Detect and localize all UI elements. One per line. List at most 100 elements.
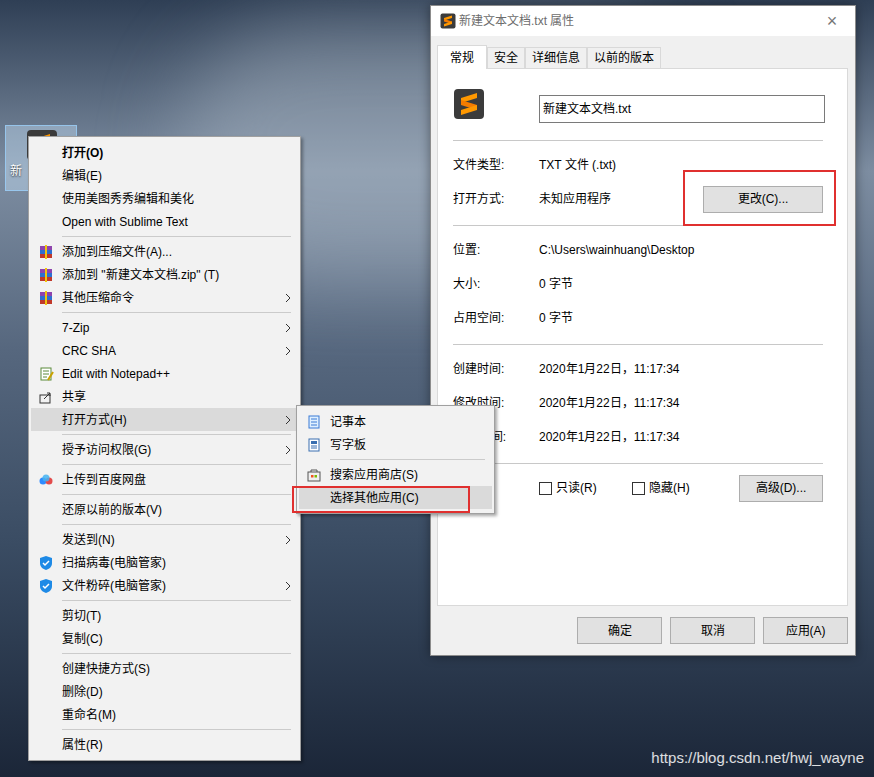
menu-item[interactable]: 扫描病毒(电脑管家) [31,551,298,574]
menu-item[interactable]: 还原以前的版本(V) [31,498,298,521]
info-label: 创建时间: [453,360,504,378]
menu-item-store-icon [299,467,330,483]
info-row: 修改时间:2020年1月22日，11:17:34 [453,386,823,420]
menu-separator [29,521,300,528]
menu-item-label: Edit with Notepad++ [62,365,278,383]
menu-item[interactable]: 使用美图秀秀编辑和美化 [31,187,298,210]
menu-item[interactable]: 重命名(M) [31,703,298,726]
checkbox-label: 只读(R) [556,479,597,497]
info-row: 间:2020年1月22日，11:17:34 [453,420,823,454]
menu-item[interactable]: 文件粉碎(电脑管家) [31,574,298,597]
info-group: 文件类型:TXT 文件 (.txt)打开方式:未知应用程序更改(C)... [453,148,847,216]
menu-separator [29,431,300,438]
info-label: 打开方式: [453,190,504,208]
attributes-row: 只读(R) 隐藏(H) 高级(D)... [453,471,823,505]
menu-item-label: 上传到百度网盘 [62,471,278,489]
menu-item[interactable]: 编辑(E) [31,164,298,187]
menu-item-label: 打开(O) [62,144,278,162]
info-row: 创建时间:2020年1月22日，11:17:34 [453,352,823,386]
menu-item[interactable]: CRC SHA [31,339,298,362]
open-with-submenu: 记事本写字板搜索应用商店(S) 选择其他应用(C) [296,405,495,514]
general-panel: 新建文本文档.txt 文件类型:TXT 文件 (.txt)打开方式:未知应用程序更… [437,68,848,606]
separator [453,463,823,464]
tab[interactable]: 详细信息 [525,47,587,68]
menu-item[interactable]: 上传到百度网盘 [31,468,298,491]
menu-separator [29,309,300,316]
menu-item[interactable]: 添加到压缩文件(A)... [31,240,298,263]
change-button[interactable]: 更改(C)... [703,186,823,213]
context-menu: 打开(O) 编辑(E)使用美图秀秀编辑和美化Open with Sublime T… [28,136,301,761]
checkbox-option[interactable]: 隐藏(H) [632,479,725,497]
menu-separator [297,456,494,463]
menu-item[interactable]: 添加到 "新建文本文档.zip" (T) [31,263,298,286]
menu-item[interactable]: 创建快捷方式(S) [31,657,298,680]
menu-item-label: 发送到(N) [62,531,278,549]
menu-item[interactable]: 选择其他应用(C) [299,486,492,509]
dialog-body: 常规安全详细信息以前的版本新建文本文档.txt 文件类型:TXT 文件 (.txt… [431,36,855,655]
menu-item[interactable]: 属性(R) [31,733,298,756]
menu-item-label: 7-Zip [62,319,278,337]
file-name-field[interactable]: 新建文本文档.txt [539,95,825,123]
menu-item[interactable]: Edit with Notepad++ [31,362,298,385]
menu-item[interactable]: 7-Zip [31,316,298,339]
info-value: 0 字节 [539,275,823,293]
tab[interactable]: 常规 [437,45,487,69]
menu-item-label: 删除(D) [62,683,278,701]
menu-item[interactable]: Open with Sublime Text [31,210,298,233]
menu-item-notepadpp-icon [31,366,62,382]
tab[interactable]: 以前的版本 [587,47,661,68]
submenu-arrow-icon [278,293,298,303]
menu-item-label: 添加到压缩文件(A)... [62,243,278,261]
menu-item-notepad-icon [299,414,330,430]
menu-item[interactable]: 搜索应用商店(S) [299,463,492,486]
menu-item[interactable]: 授予访问权限(G) [31,438,298,461]
menu-item-label: 打开方式(H) [62,411,278,429]
dialog-button[interactable]: 确定 [577,617,662,644]
info-value: 0 字节 [539,309,823,327]
info-row: 位置:C:\Users\wainhuang\Desktop [453,233,823,267]
dialog-button[interactable]: 应用(A) [763,617,848,644]
sublime-icon [440,13,456,29]
menu-item[interactable]: 共享 [31,385,298,408]
checkbox[interactable] [632,482,645,495]
dialog-button[interactable]: 取消 [670,617,755,644]
close-button[interactable]: × [809,6,855,36]
properties-dialog: 新建文本文档.txt 属性×常规安全详细信息以前的版本新建文本文档.txt文件类… [430,5,856,656]
menu-item-label: 搜索应用商店(S) [330,466,492,484]
menu-item-label: CRC SHA [62,342,278,360]
menu-item[interactable]: 复制(C) [31,627,298,650]
menu-item-baidu-icon [31,472,62,488]
menu-item[interactable]: 打开(O) [31,141,298,164]
checkbox-option[interactable]: 只读(R) [539,479,632,497]
checkbox[interactable] [539,482,552,495]
menu-item[interactable]: 剪切(T) [31,604,298,627]
sublime-icon [453,88,485,120]
menu-item-label: 记事本 [330,413,492,431]
info-group: 位置:C:\Users\wainhuang\Desktop大小:0 字节占用空间… [453,233,847,335]
watermark: https://blog.csdn.net/hwj_wayne [651,747,864,770]
info-label-cell: 打开方式: [453,190,539,208]
submenu-arrow-icon [278,535,298,545]
submenu-arrow-icon [278,346,298,356]
menu-item[interactable]: 其他压缩命令 [31,286,298,309]
menu-item[interactable]: 删除(D) [31,680,298,703]
separator [453,140,823,141]
tab[interactable]: 安全 [487,47,525,68]
tab-label: 安全 [494,49,518,67]
info-label: 占用空间: [453,309,504,327]
submenu-arrow-icon [278,415,298,425]
info-label: 位置: [453,241,480,259]
menu-item[interactable]: 发送到(N) [31,528,298,551]
menu-item-label: 共享 [62,388,278,406]
menu-item[interactable]: 打开方式(H) [31,408,298,431]
submenu-arrow-icon [278,581,298,591]
info-row: 占用空间: 0 字节 [453,301,823,335]
menu-item-shield-icon [31,555,62,571]
tab-label: 以前的版本 [594,49,654,67]
menu-item[interactable]: 记事本 [299,410,492,433]
menu-item-shield-icon [31,578,62,594]
menu-item-label: 其他压缩命令 [62,289,278,307]
advanced-button[interactable]: 高级(D)... [739,475,823,502]
info-label-cell: 大小: [453,275,539,293]
menu-item[interactable]: 写字板 [299,433,492,456]
